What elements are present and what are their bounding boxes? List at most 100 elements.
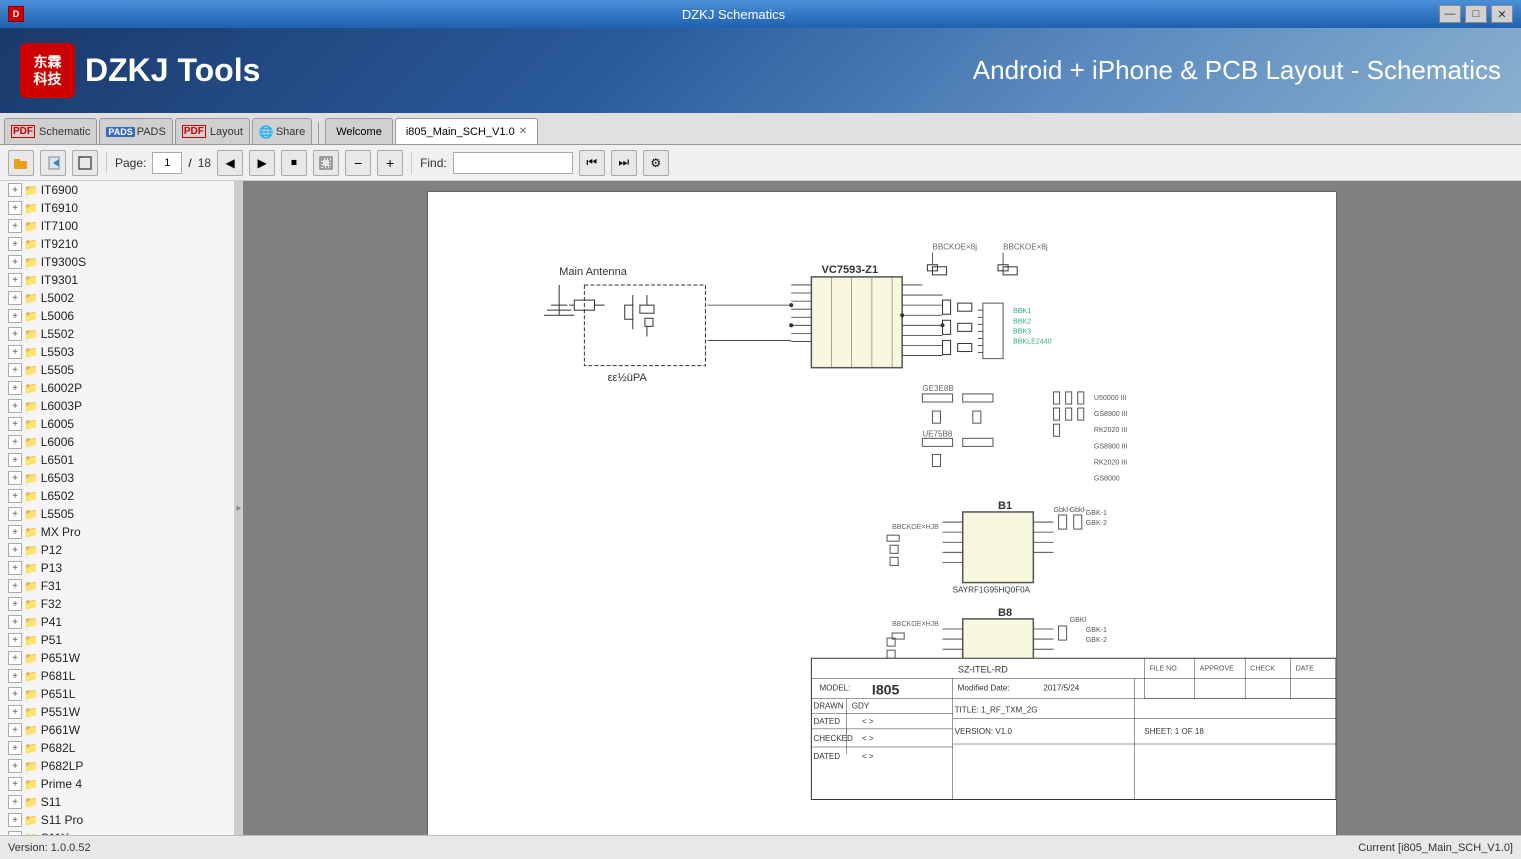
- sidebar-item-P12[interactable]: +📁P12: [0, 541, 234, 559]
- minimize-button[interactable]: —: [1439, 5, 1461, 23]
- sidebar-item-L6003P[interactable]: +📁L6003P: [0, 397, 234, 415]
- expand-icon-L6501[interactable]: +: [8, 453, 22, 467]
- expand-icon-IT6900[interactable]: +: [8, 183, 22, 197]
- expand-icon-S11X[interactable]: +: [8, 831, 22, 835]
- sidebar-item-L5505[interactable]: +📁L5505: [0, 361, 234, 379]
- expand-icon-S11Pro[interactable]: +: [8, 813, 22, 827]
- expand-icon-IT9210[interactable]: +: [8, 237, 22, 251]
- expand-icon-L6006[interactable]: +: [8, 435, 22, 449]
- find-next-button[interactable]: ⏭: [611, 150, 637, 176]
- find-first-button[interactable]: ⏮: [579, 150, 605, 176]
- sidebar-item-P682LP[interactable]: +📁P682LP: [0, 757, 234, 775]
- sidebar-item-S11[interactable]: +📁S11: [0, 793, 234, 811]
- sidebar-item-P51[interactable]: +📁P51: [0, 631, 234, 649]
- sidebar-item-IT6910[interactable]: +📁IT6910: [0, 199, 234, 217]
- tab-pads[interactable]: PADS PADS: [99, 118, 172, 144]
- tab-layout[interactable]: PDF Layout: [175, 118, 250, 144]
- expand-icon-L5006[interactable]: +: [8, 309, 22, 323]
- sidebar-item-P651L[interactable]: +📁P651L: [0, 685, 234, 703]
- expand-icon-L6002P[interactable]: +: [8, 381, 22, 395]
- sidebar-item-P681L[interactable]: +📁P681L: [0, 667, 234, 685]
- expand-icon-MXPro[interactable]: +: [8, 525, 22, 539]
- toolbar-open-button[interactable]: [8, 150, 34, 176]
- sidebar-item-IT9301[interactable]: +📁IT9301: [0, 271, 234, 289]
- expand-icon-L5502[interactable]: +: [8, 327, 22, 341]
- sidebar-item-L6002P[interactable]: +📁L6002P: [0, 379, 234, 397]
- sidebar-item-L5002[interactable]: +📁L5002: [0, 289, 234, 307]
- stop-button[interactable]: ⏹: [281, 150, 307, 176]
- sidebar-item-L6005[interactable]: +📁L6005: [0, 415, 234, 433]
- expand-icon-IT9300S[interactable]: +: [8, 255, 22, 269]
- expand-icon-L6502[interactable]: +: [8, 489, 22, 503]
- tab-share[interactable]: 🌐 Share: [252, 118, 312, 144]
- expand-icon-Prime4[interactable]: +: [8, 777, 22, 791]
- expand-icon-IT7100[interactable]: +: [8, 219, 22, 233]
- sidebar-item-IT6900[interactable]: +📁IT6900: [0, 181, 234, 199]
- expand-icon-F32[interactable]: +: [8, 597, 22, 611]
- expand-icon-P12[interactable]: +: [8, 543, 22, 557]
- expand-icon-S11[interactable]: +: [8, 795, 22, 809]
- expand-icon-P651L[interactable]: +: [8, 687, 22, 701]
- expand-icon-IT9301[interactable]: +: [8, 273, 22, 287]
- page-input[interactable]: [152, 152, 182, 174]
- expand-icon-P661W[interactable]: +: [8, 723, 22, 737]
- expand-icon-P651W[interactable]: +: [8, 651, 22, 665]
- close-button[interactable]: ✕: [1491, 5, 1513, 23]
- sidebar-resize-handle[interactable]: ▸: [235, 181, 243, 835]
- sidebar-item-MXPro[interactable]: +📁MX Pro: [0, 523, 234, 541]
- expand-icon-IT6910[interactable]: +: [8, 201, 22, 215]
- sidebar-item-P13[interactable]: +📁P13: [0, 559, 234, 577]
- expand-icon-P13[interactable]: +: [8, 561, 22, 575]
- sidebar-item-L5502[interactable]: +📁L5502: [0, 325, 234, 343]
- sidebar-item-P651W[interactable]: +📁P651W: [0, 649, 234, 667]
- expand-icon-F31[interactable]: +: [8, 579, 22, 593]
- maximize-button[interactable]: □: [1465, 5, 1487, 23]
- play-button[interactable]: ▶: [249, 150, 275, 176]
- sidebar-item-S11X[interactable]: +📁S11X: [0, 829, 234, 835]
- expand-icon-L5503[interactable]: +: [8, 345, 22, 359]
- expand-icon-P681L[interactable]: +: [8, 669, 22, 683]
- expand-icon-P51[interactable]: +: [8, 633, 22, 647]
- fit-page-button[interactable]: [313, 150, 339, 176]
- expand-icon-L5505[interactable]: +: [8, 363, 22, 377]
- sidebar-item-L6501[interactable]: +📁L6501: [0, 451, 234, 469]
- sidebar-item-P661W[interactable]: +📁P661W: [0, 721, 234, 739]
- zoom-in-button[interactable]: +: [377, 150, 403, 176]
- tab-doc[interactable]: i805_Main_SCH_V1.0 ✕: [395, 118, 538, 144]
- sidebar-item-S11Pro[interactable]: +📁S11 Pro: [0, 811, 234, 829]
- sidebar-item-L5503[interactable]: +📁L5503: [0, 343, 234, 361]
- sidebar-item-IT9300S[interactable]: +📁IT9300S: [0, 253, 234, 271]
- tab-close-icon[interactable]: ✕: [519, 126, 527, 137]
- tab-welcome[interactable]: Welcome: [325, 118, 393, 144]
- expand-icon-L5002[interactable]: +: [8, 291, 22, 305]
- zoom-out-button[interactable]: −: [345, 150, 371, 176]
- expand-icon-L5505b[interactable]: +: [8, 507, 22, 521]
- sidebar-item-L5006[interactable]: +📁L5006: [0, 307, 234, 325]
- sidebar-item-P551W[interactable]: +📁P551W: [0, 703, 234, 721]
- tab-schematic[interactable]: PDF Schematic: [4, 118, 97, 144]
- expand-icon-P682LP[interactable]: +: [8, 759, 22, 773]
- sidebar-item-Prime4[interactable]: +📁Prime 4: [0, 775, 234, 793]
- sidebar-item-L6503[interactable]: +📁L6503: [0, 469, 234, 487]
- sidebar-item-F31[interactable]: +📁F31: [0, 577, 234, 595]
- content-area[interactable]: Main Antenna εε½üPA: [243, 181, 1521, 835]
- sidebar-item-P41[interactable]: +📁P41: [0, 613, 234, 631]
- find-options-button[interactable]: ⚙: [643, 150, 669, 176]
- sidebar[interactable]: +📁IT6900+📁IT6910+📁IT7100+📁IT9210+📁IT9300…: [0, 181, 235, 835]
- expand-icon-L6503[interactable]: +: [8, 471, 22, 485]
- sidebar-item-L6006[interactable]: +📁L6006: [0, 433, 234, 451]
- sidebar-item-L6502[interactable]: +📁L6502: [0, 487, 234, 505]
- expand-icon-L6003P[interactable]: +: [8, 399, 22, 413]
- expand-icon-L6005[interactable]: +: [8, 417, 22, 431]
- sidebar-item-L5505b[interactable]: +📁L5505: [0, 505, 234, 523]
- find-input[interactable]: [453, 152, 573, 174]
- sidebar-item-P682L[interactable]: +📁P682L: [0, 739, 234, 757]
- prev-page-button[interactable]: ◀: [217, 150, 243, 176]
- expand-icon-P41[interactable]: +: [8, 615, 22, 629]
- toolbar-zoom-fit-button[interactable]: [72, 150, 98, 176]
- sidebar-item-F32[interactable]: +📁F32: [0, 595, 234, 613]
- sidebar-item-IT7100[interactable]: +📁IT7100: [0, 217, 234, 235]
- expand-icon-P682L[interactable]: +: [8, 741, 22, 755]
- sidebar-item-IT9210[interactable]: +📁IT9210: [0, 235, 234, 253]
- toolbar-nav-prev-button[interactable]: [40, 150, 66, 176]
